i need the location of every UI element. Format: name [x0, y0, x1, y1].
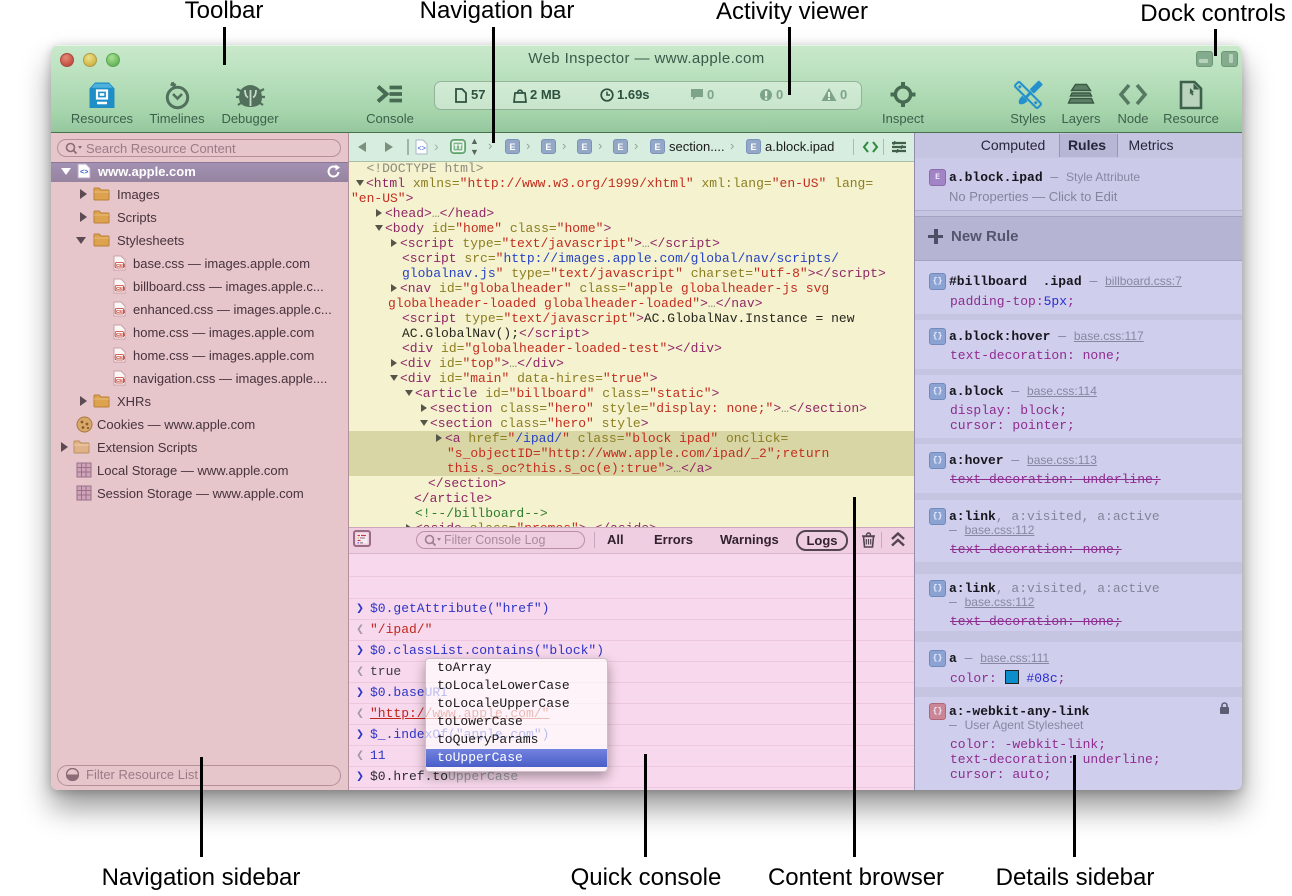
svg-text:css: css [116, 286, 125, 292]
svg-text:css: css [116, 332, 125, 338]
svg-text:css: css [116, 309, 125, 315]
svg-text:css: css [116, 263, 125, 269]
svg-text:<>: <> [80, 169, 88, 177]
svg-text:css: css [116, 378, 125, 384]
svg-text:css: css [116, 355, 125, 361]
